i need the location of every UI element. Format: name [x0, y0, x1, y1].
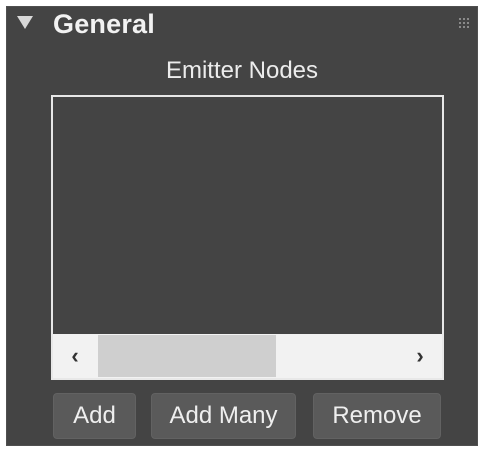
add-button[interactable]: Add	[53, 393, 136, 439]
collapse-arrow-icon[interactable]	[17, 16, 33, 29]
scrollbar-thumb[interactable]	[98, 335, 276, 377]
scroll-right-icon[interactable]: ›	[398, 334, 442, 378]
emitter-nodes-list-area[interactable]	[53, 97, 442, 334]
add-many-button[interactable]: Add Many	[151, 393, 296, 439]
rollout-header[interactable]: General	[7, 7, 477, 43]
rollout-title[interactable]: General	[53, 9, 155, 40]
drag-grip-icon[interactable]	[459, 18, 471, 30]
general-rollout: General Emitter Nodes ‹ › Add Add Many R…	[6, 6, 478, 446]
remove-button[interactable]: Remove	[313, 393, 441, 439]
emitter-nodes-label: Emitter Nodes	[165, 57, 319, 84]
scroll-left-icon[interactable]: ‹	[53, 334, 97, 378]
emitter-nodes-listbox[interactable]: ‹ ›	[51, 95, 444, 380]
horizontal-scrollbar[interactable]: ‹ ›	[53, 334, 442, 378]
